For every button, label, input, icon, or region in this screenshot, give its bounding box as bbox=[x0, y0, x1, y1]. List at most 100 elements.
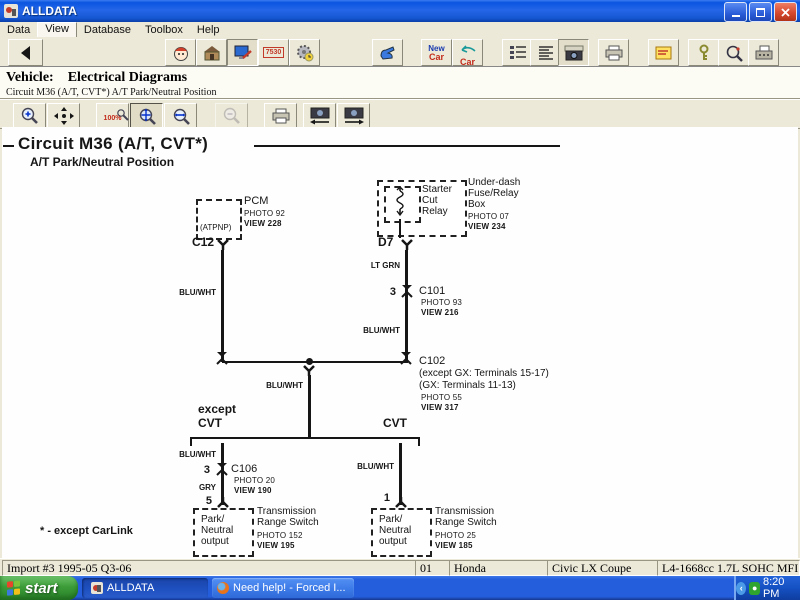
restore-icon bbox=[756, 8, 765, 17]
status-model: Civic LX Coupe bbox=[547, 560, 659, 576]
minimize-button[interactable] bbox=[724, 2, 747, 22]
start-button[interactable]: start bbox=[0, 576, 78, 600]
prev-diagram-button[interactable] bbox=[303, 103, 336, 128]
status-make: Honda bbox=[449, 560, 549, 576]
tray-status-icon[interactable]: ● bbox=[749, 582, 759, 595]
key-button[interactable] bbox=[688, 39, 719, 66]
connector-symbol-icon bbox=[400, 239, 414, 250]
c101-photo: PHOTO 93 bbox=[421, 298, 462, 307]
zoom-out-button bbox=[215, 103, 248, 128]
branch-bracket bbox=[190, 437, 420, 439]
relay-label: Starter Cut Relay bbox=[422, 184, 452, 217]
menu-bar: Data View Database Toolbox Help bbox=[0, 22, 800, 38]
taskbar-item-browser[interactable]: Need help! - Forced I... bbox=[212, 578, 354, 598]
next-diagram-icon bbox=[343, 107, 365, 125]
c101-view: VIEW 216 bbox=[421, 308, 459, 317]
estimates-button[interactable]: 7530 bbox=[258, 39, 289, 66]
menu-help[interactable]: Help bbox=[190, 23, 227, 37]
window-title: ALLDATA bbox=[22, 4, 77, 18]
zoom-out-icon bbox=[222, 107, 242, 125]
zoom-width-button[interactable] bbox=[164, 103, 197, 128]
c102-name: C102 bbox=[419, 355, 445, 367]
zoom-in-icon bbox=[20, 107, 40, 125]
inline-connector-icon bbox=[216, 352, 228, 365]
pcm-photo: PHOTO 92 bbox=[244, 209, 285, 218]
connector-c12: C12 bbox=[186, 235, 214, 249]
wire-d7-down bbox=[405, 250, 408, 362]
bracket-hook-left bbox=[190, 437, 192, 446]
search-button[interactable] bbox=[718, 39, 749, 66]
hand-tool-icon bbox=[378, 44, 398, 62]
wire-color-c101: BLU/WHT bbox=[352, 326, 400, 335]
branch-label-except-cvt: except CVT bbox=[198, 402, 236, 430]
hide-icons-chevron-icon[interactable]: ‹ bbox=[736, 582, 746, 595]
print-button[interactable] bbox=[598, 39, 629, 66]
underdash-view: VIEW 234 bbox=[468, 222, 506, 231]
underdash-label: Under-dash Fuse/Relay Box bbox=[468, 177, 520, 210]
menu-view[interactable]: View bbox=[37, 22, 77, 38]
c102-note1: (except GX: Terminals 15-17) bbox=[419, 368, 549, 379]
relay-stem-wire bbox=[399, 219, 401, 238]
zoom-in-button[interactable] bbox=[13, 103, 46, 128]
prev-diagram-icon bbox=[309, 107, 331, 125]
pan-button[interactable] bbox=[47, 103, 80, 128]
underdash-photo: PHOTO 07 bbox=[468, 212, 509, 221]
menu-database[interactable]: Database bbox=[77, 23, 138, 37]
connector-symbol-icon bbox=[394, 497, 408, 508]
right-switch-photo: PHOTO 25 bbox=[435, 531, 476, 540]
components-button[interactable] bbox=[227, 39, 258, 66]
right-pin: 1 bbox=[372, 492, 390, 504]
back-button[interactable] bbox=[8, 39, 43, 66]
wire-color-left: BLU/WHT bbox=[158, 288, 216, 297]
list-summary-icon bbox=[537, 45, 555, 61]
zoom-100-icon: 100% bbox=[104, 107, 122, 125]
customer-button[interactable] bbox=[165, 39, 196, 66]
menu-toolbox[interactable]: Toolbox bbox=[138, 23, 190, 37]
right-switch-view: VIEW 185 bbox=[435, 541, 473, 550]
list-detail-icon bbox=[509, 45, 527, 61]
title-rule-left bbox=[3, 145, 14, 147]
note-icon bbox=[655, 45, 673, 61]
pan-icon bbox=[54, 107, 74, 125]
c106-photo: PHOTO 20 bbox=[234, 476, 275, 485]
list-detail-button[interactable] bbox=[502, 39, 533, 66]
previous-car-button[interactable]: Car bbox=[452, 39, 483, 66]
left-switch-box: Park/ Neutral output bbox=[193, 508, 254, 557]
close-button[interactable] bbox=[774, 2, 797, 22]
customer-icon bbox=[171, 43, 191, 63]
new-car-button[interactable]: NewCar bbox=[421, 39, 452, 66]
service-button[interactable] bbox=[372, 39, 403, 66]
taskbar-item-alldata[interactable]: ALLDATA bbox=[82, 578, 208, 598]
diagram-camera-icon bbox=[564, 45, 584, 61]
estimates-icon: 7530 bbox=[263, 47, 285, 58]
taskbar: start ALLDATA Need help! - Forced I... ‹… bbox=[0, 576, 800, 600]
shop-button[interactable] bbox=[196, 39, 227, 66]
wiring-diagram[interactable]: Circuit M36 (A/T, CVT*) A/T Park/Neutral… bbox=[2, 127, 798, 558]
status-import: Import #3 1995-05 Q3-06 bbox=[2, 560, 417, 576]
restore-button[interactable] bbox=[749, 2, 772, 22]
fax-button[interactable] bbox=[748, 39, 779, 66]
back-icon bbox=[17, 44, 35, 62]
c102-note2: (GX: Terminals 11-13) bbox=[419, 380, 516, 391]
next-diagram-button[interactable] bbox=[337, 103, 370, 128]
wire-mid-down bbox=[308, 375, 311, 438]
connector-d7: D7 bbox=[378, 235, 393, 249]
wire-color-ltgrn: LT GRN bbox=[352, 261, 400, 270]
diagrams-button[interactable] bbox=[558, 39, 589, 66]
c106-pin-in: 3 bbox=[192, 464, 210, 476]
vehicle-bar: Vehicle: Electrical Diagrams bbox=[0, 66, 800, 88]
zoom-fit-button[interactable] bbox=[130, 103, 163, 128]
diagram-print-button[interactable] bbox=[264, 103, 297, 128]
main-toolbar: 7530 NewCar Car bbox=[0, 37, 800, 67]
title-bar[interactable]: ALLDATA bbox=[0, 0, 800, 22]
right-switch-output: Park/ Neutral output bbox=[379, 514, 430, 547]
notes-button[interactable] bbox=[648, 39, 679, 66]
left-switch-view: VIEW 195 bbox=[257, 541, 295, 550]
right-switch-name: Transmission Range Switch bbox=[435, 506, 497, 528]
new-car-icon: NewCar bbox=[428, 44, 444, 62]
zoom-100-button[interactable]: 100% bbox=[96, 103, 129, 128]
labor-button[interactable] bbox=[289, 39, 320, 66]
start-label: start bbox=[25, 580, 58, 597]
list-summary-button[interactable] bbox=[530, 39, 561, 66]
menu-data[interactable]: Data bbox=[0, 23, 37, 37]
